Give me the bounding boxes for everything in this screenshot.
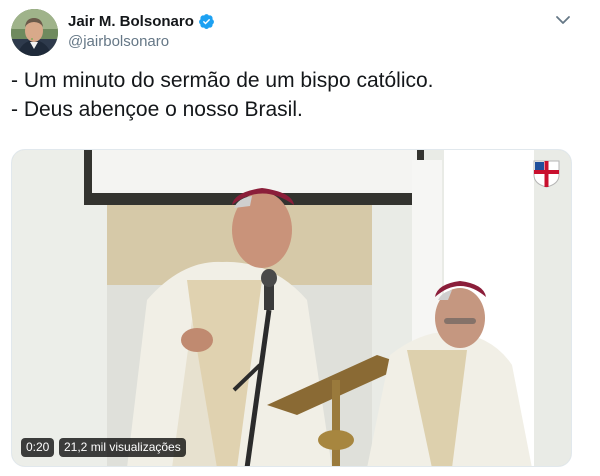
tweet-text: - Um minuto do sermão de um bispo católi… [11, 69, 434, 121]
avatar-photo [11, 9, 58, 56]
avatar[interactable] [11, 9, 58, 56]
video-frame [12, 150, 571, 466]
handle[interactable]: @jairbolsonaro [68, 33, 215, 50]
video-duration: 0:20 [21, 438, 55, 457]
display-name[interactable]: Jair M. Bolsonaro [68, 13, 194, 30]
display-name-row[interactable]: Jair M. Bolsonaro [68, 11, 215, 31]
chevron-down-icon[interactable] [553, 10, 573, 30]
tweet-card: Jair M. Bolsonaro @jairbolsonaro - Um mi… [0, 0, 600, 476]
episcopal-flag-icon [532, 159, 561, 188]
video-player[interactable]: 0:20 21,2 mil visualizações [11, 149, 572, 467]
tweet-header: Jair M. Bolsonaro @jairbolsonaro [68, 11, 215, 50]
verified-badge-icon [198, 13, 215, 30]
video-view-count: 21,2 mil visualizações [59, 438, 186, 457]
